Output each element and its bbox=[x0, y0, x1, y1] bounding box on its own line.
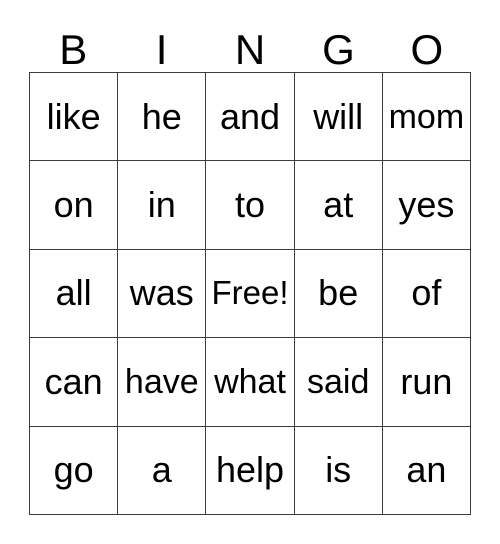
bingo-cell-label: will bbox=[313, 95, 364, 137]
bingo-cell-o3[interactable]: of bbox=[382, 249, 471, 339]
bingo-cell-g5[interactable]: is bbox=[294, 426, 383, 515]
bingo-cell-label: be bbox=[318, 272, 359, 314]
bingo-cell-label: all bbox=[55, 272, 92, 314]
bingo-cell-i3[interactable]: was bbox=[118, 249, 207, 339]
bingo-cell-label: go bbox=[53, 449, 94, 491]
header-letter-i: I bbox=[155, 26, 168, 73]
bingo-cell-g3[interactable]: be bbox=[294, 249, 383, 339]
bingo-cell-label: mom bbox=[388, 97, 465, 136]
bingo-cell-i4[interactable]: have bbox=[118, 338, 207, 427]
bingo-cell-i5[interactable]: a bbox=[118, 426, 207, 515]
bingo-cell-o4[interactable]: run bbox=[382, 338, 471, 427]
bingo-cell-label: and bbox=[219, 95, 281, 137]
bingo-cell-label: on bbox=[53, 184, 94, 226]
bingo-cell-label: an bbox=[406, 449, 447, 491]
bingo-cell-o5[interactable]: an bbox=[382, 426, 471, 515]
bingo-cell-label: what bbox=[214, 362, 286, 401]
bingo-cell-n4[interactable]: what bbox=[206, 338, 295, 427]
bingo-cell-b2[interactable]: on bbox=[30, 161, 119, 250]
header-letter-n: N bbox=[234, 26, 266, 73]
bingo-cell-g1[interactable]: will bbox=[294, 73, 383, 162]
bingo-cell-g4[interactable]: said bbox=[294, 338, 383, 427]
bingo-cell-label: a bbox=[151, 449, 172, 491]
bingo-cell-n1[interactable]: and bbox=[206, 73, 295, 162]
bingo-cell-label: he bbox=[141, 95, 182, 137]
bingo-cell-b5[interactable]: go bbox=[30, 426, 119, 515]
bingo-cell-label: to bbox=[234, 184, 265, 226]
bingo-cell-b3[interactable]: all bbox=[30, 249, 119, 339]
bingo-cell-label: like bbox=[46, 95, 101, 137]
bingo-grid: like he and will mom on in to at yes all… bbox=[29, 72, 471, 515]
header-letter-g: G bbox=[322, 26, 355, 73]
bingo-card: B I N G O like he and will mom on in to bbox=[0, 0, 500, 544]
header-letter-o: O bbox=[410, 26, 444, 73]
bingo-cell-label: in bbox=[147, 184, 176, 226]
bingo-cell-b1[interactable]: like bbox=[30, 73, 119, 162]
bingo-cell-i1[interactable]: he bbox=[118, 73, 207, 162]
bingo-cell-label: said bbox=[307, 362, 370, 401]
bingo-cell-label: of bbox=[411, 272, 442, 314]
bingo-cell-label: can bbox=[44, 360, 103, 402]
bingo-cell-label: is bbox=[325, 449, 352, 491]
bingo-cell-label: at bbox=[323, 184, 354, 226]
bingo-cell-n5[interactable]: help bbox=[206, 426, 295, 515]
bingo-cell-label: have bbox=[124, 362, 199, 401]
free-space-label: Free! bbox=[211, 274, 289, 312]
bingo-cell-b4[interactable]: can bbox=[30, 338, 119, 427]
bingo-cell-free-space[interactable]: Free! bbox=[206, 249, 295, 339]
bingo-cell-label: help bbox=[215, 449, 285, 491]
bingo-header: B I N G O bbox=[29, 22, 471, 72]
bingo-cell-label: run bbox=[400, 360, 453, 402]
bingo-cell-label: was bbox=[129, 272, 194, 314]
bingo-cell-i2[interactable]: in bbox=[118, 161, 207, 250]
bingo-cell-n2[interactable]: to bbox=[206, 161, 295, 250]
bingo-cell-o2[interactable]: yes bbox=[382, 161, 471, 250]
bingo-cell-o1[interactable]: mom bbox=[382, 73, 471, 162]
bingo-cell-g2[interactable]: at bbox=[294, 161, 383, 250]
bingo-cell-label: yes bbox=[398, 184, 455, 226]
header-letter-b: B bbox=[59, 26, 88, 73]
